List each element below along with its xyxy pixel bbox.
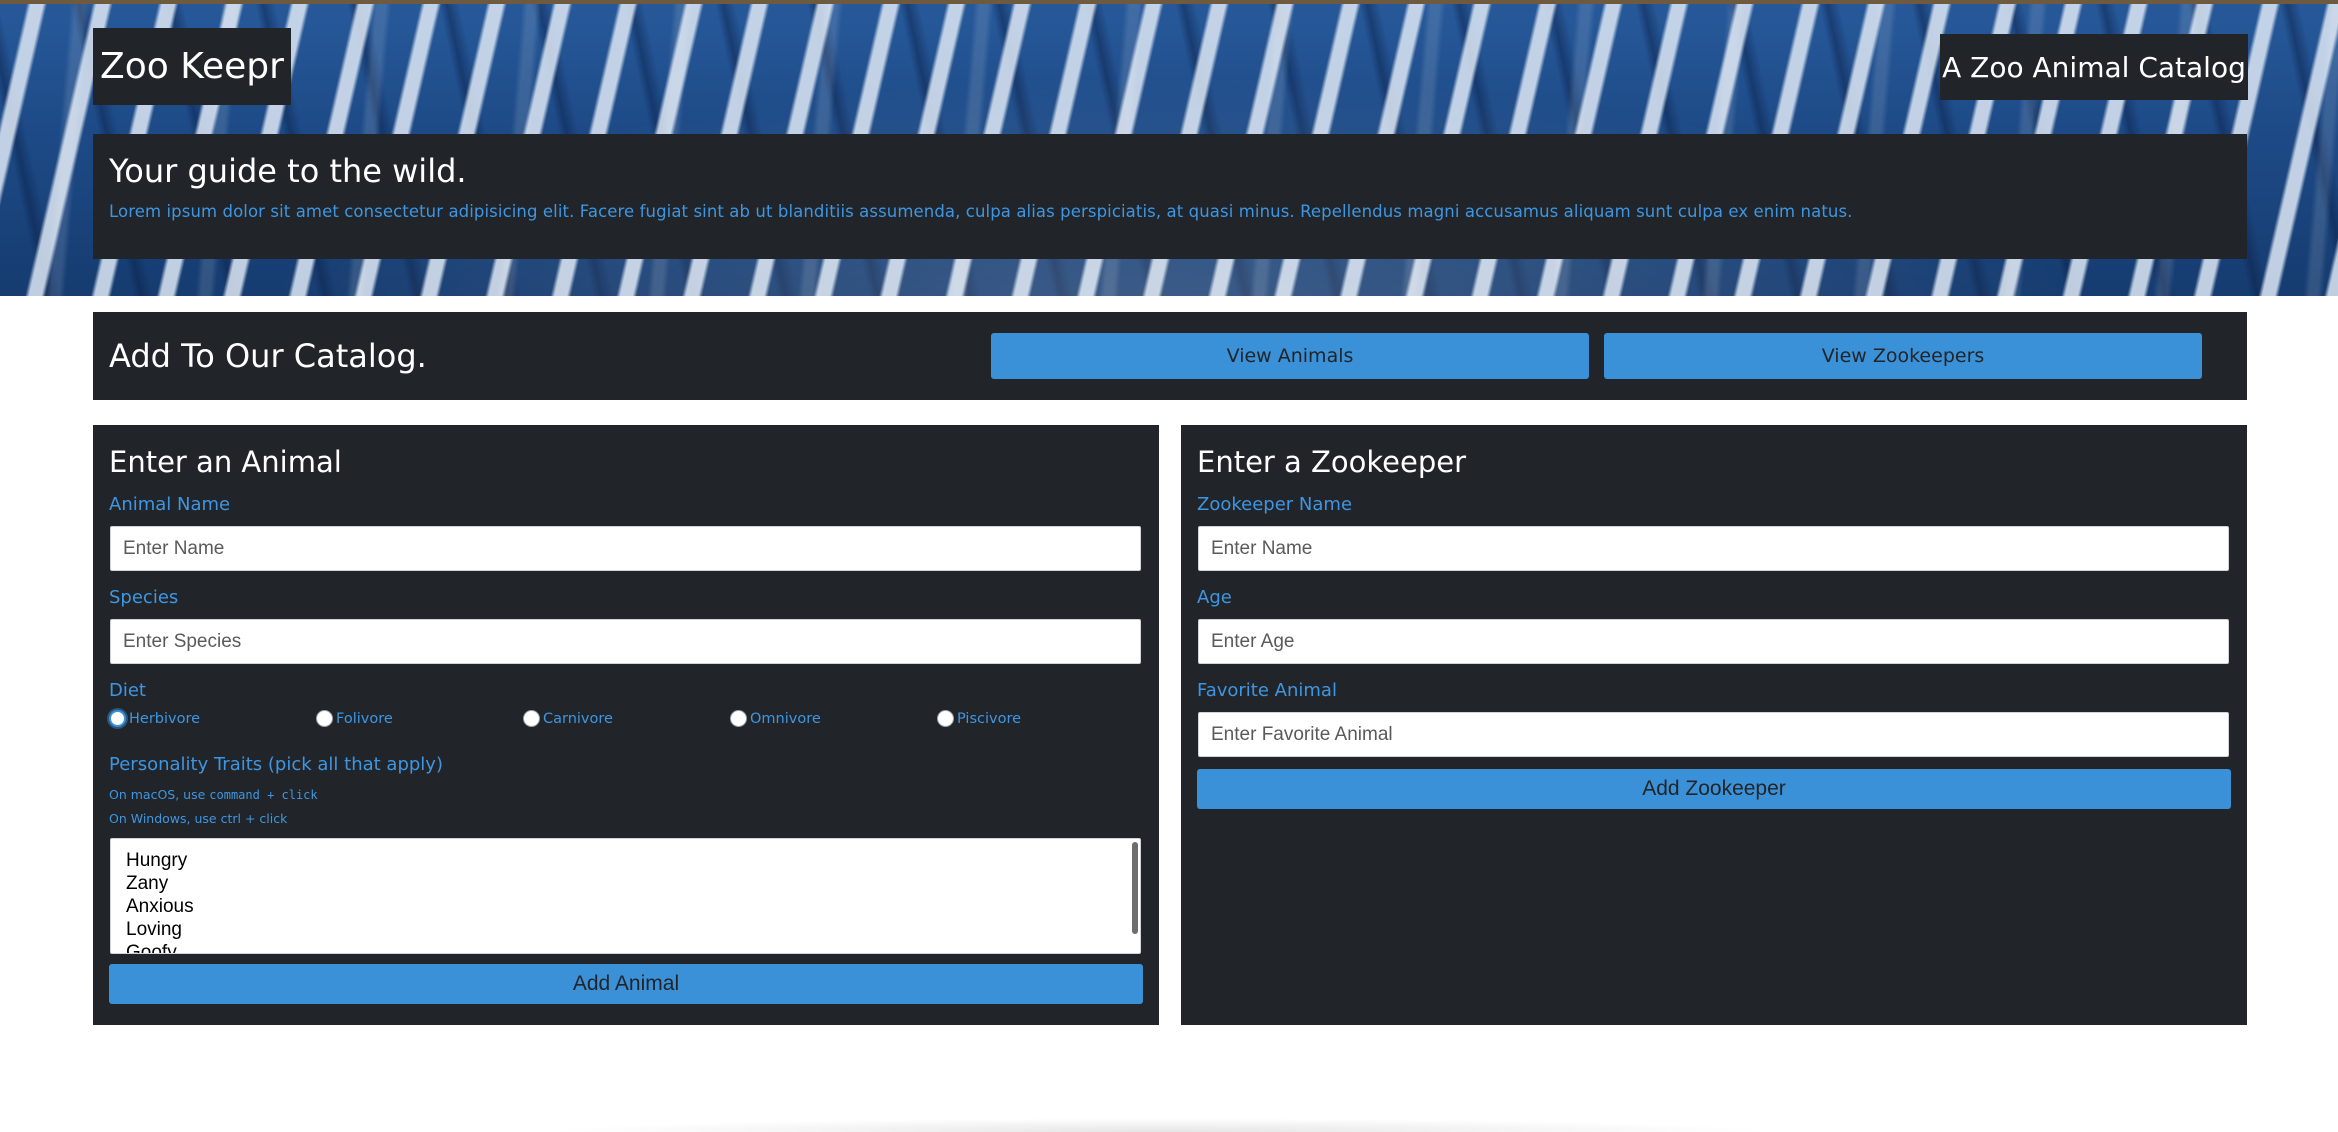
animal-form: Enter an Animal Animal Name Species Diet… [93,425,1159,1025]
radio-icon[interactable] [937,710,954,727]
catalog-bar: Add To Our Catalog. View Animals View Zo… [93,312,2247,400]
diet-option-label: Herbivore [129,710,201,727]
diet-option-piscivore[interactable]: Piscivore [937,710,1021,727]
zookeeper-form-title: Enter a Zookeeper [1197,445,1467,479]
view-animals-button[interactable]: View Animals [991,333,1589,379]
site-logo[interactable]: Zoo Keepr [93,28,291,105]
diet-option-herbivore[interactable]: Herbivore [109,710,200,727]
diet-label: Diet [109,680,146,701]
species-input[interactable] [110,619,1141,664]
diet-option-folivore[interactable]: Folivore [316,710,393,727]
diet-radio-group: Herbivore Folivore Carnivore Omnivore Pi… [109,710,1139,732]
traits-scrollbar[interactable] [1132,842,1138,934]
radio-icon[interactable] [730,710,747,727]
diet-option-label: Carnivore [543,710,613,727]
diet-option-label: Omnivore [750,710,821,727]
favorite-animal-input[interactable] [1198,712,2229,757]
diet-option-omnivore[interactable]: Omnivore [730,710,821,727]
radio-icon[interactable] [316,710,333,727]
trait-option[interactable]: Goofy [126,941,1140,953]
age-input[interactable] [1198,619,2229,664]
hero-banner: Zoo Keepr A Zoo Animal Catalog Your guid… [0,0,2338,296]
diet-option-label: Folivore [336,710,393,727]
view-zookeepers-button[interactable]: View Zookeepers [1604,333,2202,379]
animal-form-title: Enter an Animal [109,445,342,479]
footer-shadow [540,1118,1780,1132]
species-label: Species [109,587,179,608]
mac-hint-code: command + click [209,788,318,802]
trait-option[interactable]: Anxious [126,895,1140,918]
personality-traits-label: Personality Traits (pick all that apply) [109,754,443,775]
animal-name-input[interactable] [110,526,1141,571]
windows-hint: On Windows, use ctrl + click [109,811,288,826]
jumbotron-title: Your guide to the wild. [109,152,467,190]
radio-icon[interactable] [523,710,540,727]
animal-name-label: Animal Name [109,494,231,515]
zookeeper-name-label: Zookeeper Name [1197,494,1353,515]
mac-hint: On macOS, use command + click [109,787,318,802]
catalog-title: Add To Our Catalog. [109,337,427,375]
radio-selected-icon[interactable] [109,710,126,727]
trait-option[interactable]: Hungry [126,849,1140,872]
jumbotron: Your guide to the wild. Lorem ipsum dolo… [93,134,2247,259]
zookeeper-form: Enter a Zookeeper Zookeeper Name Age Fav… [1181,425,2247,1025]
zookeeper-name-input[interactable] [1198,526,2229,571]
favorite-animal-label: Favorite Animal [1197,680,1337,701]
diet-option-carnivore[interactable]: Carnivore [523,710,613,727]
trait-option[interactable]: Loving [126,918,1140,941]
personality-traits-select[interactable]: Hungry Zany Anxious Loving Goofy [110,838,1141,954]
trait-option[interactable]: Zany [126,872,1140,895]
add-zookeeper-button[interactable]: Add Zookeeper [1197,769,2231,809]
site-tagline: A Zoo Animal Catalog [1940,34,2248,100]
age-label: Age [1197,587,1232,608]
add-animal-button[interactable]: Add Animal [109,964,1143,1004]
mac-hint-text: On macOS, use [109,787,210,802]
diet-option-label: Piscivore [957,710,1022,727]
jumbotron-text: Lorem ipsum dolor sit amet consectetur a… [109,202,1853,222]
